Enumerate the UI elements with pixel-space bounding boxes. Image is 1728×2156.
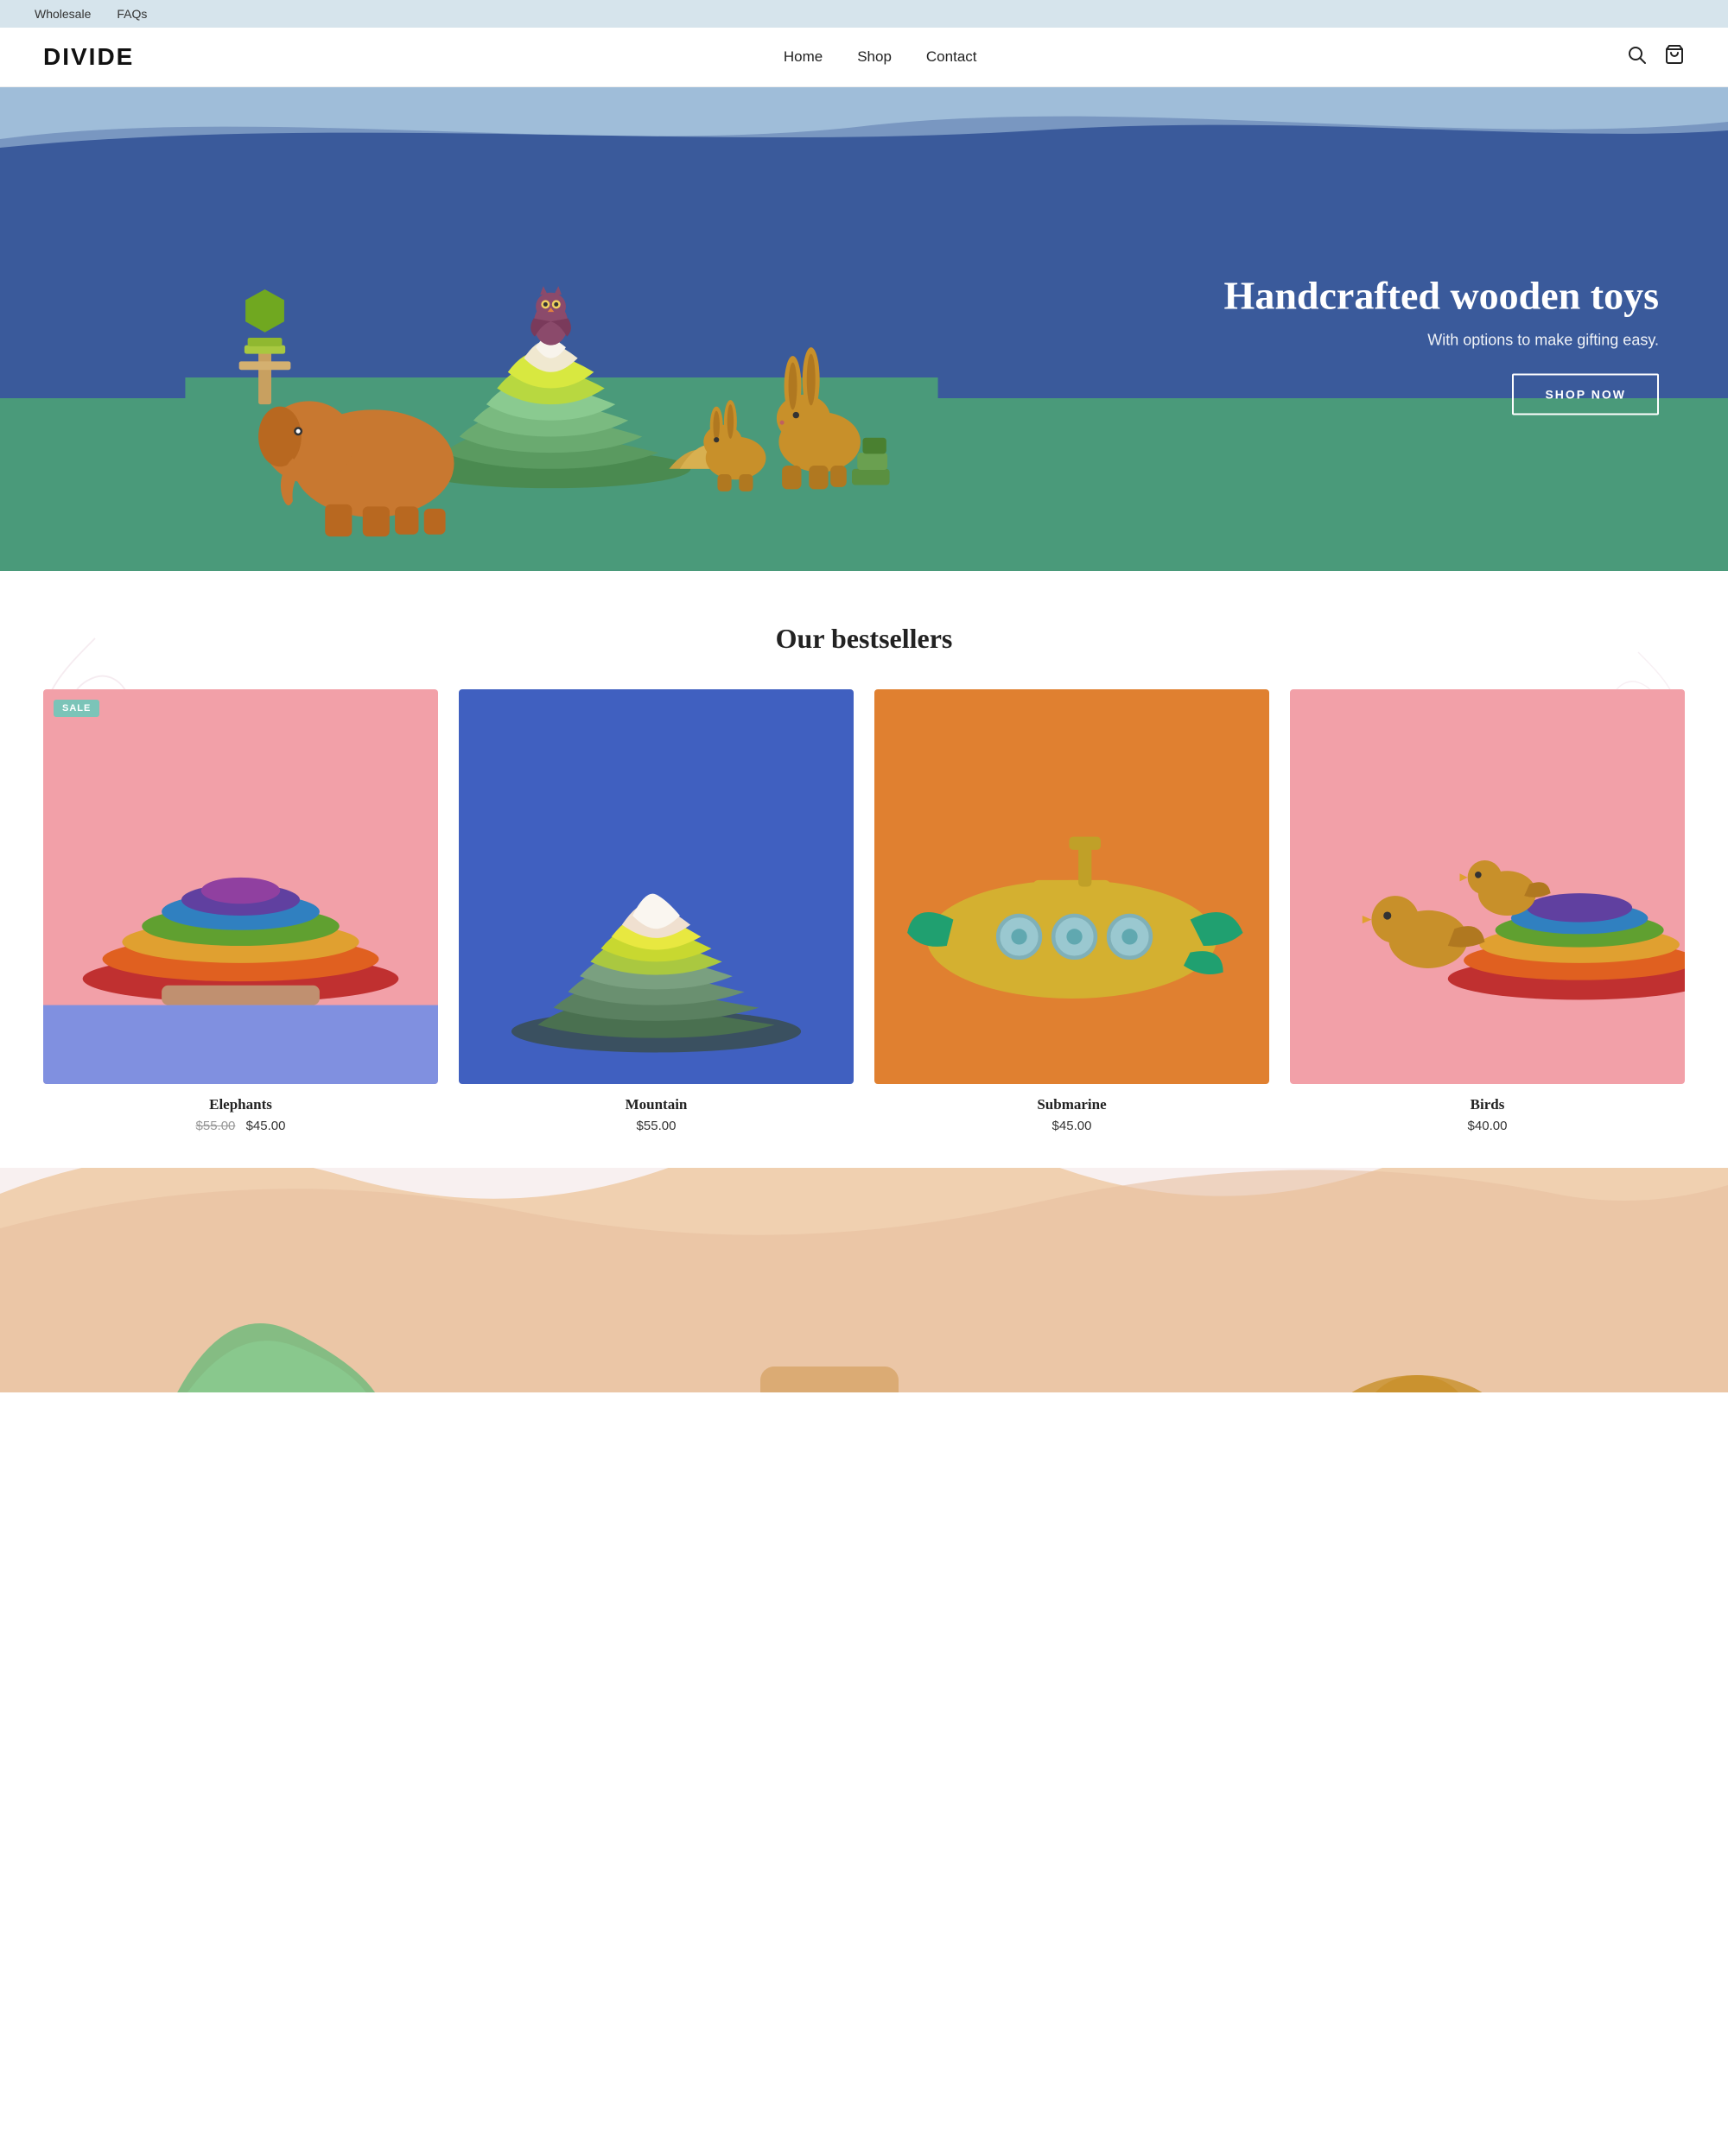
product-card-mountain[interactable]: Mountain $55.00 (459, 689, 854, 1133)
product-price-mountain: $55.00 (459, 1119, 854, 1133)
toys-scene (0, 87, 1123, 571)
bestsellers-title: Our bestsellers (43, 623, 1685, 655)
product-price-birds: $40.00 (1290, 1119, 1685, 1133)
product-name-elephants: Elephants (43, 1096, 438, 1113)
hero-title: Handcrafted wooden toys (1224, 272, 1659, 320)
price-sale-mountain: $55.00 (637, 1119, 677, 1133)
product-name-submarine: Submarine (874, 1096, 1269, 1113)
cart-icon[interactable] (1664, 44, 1685, 70)
product-price-elephants: $55.00 $45.00 (43, 1119, 438, 1133)
search-icon[interactable] (1626, 44, 1647, 70)
topbar-wholesale-link[interactable]: Wholesale (35, 7, 91, 21)
topbar-faqs-link[interactable]: FAQs (117, 7, 147, 21)
nav-home[interactable]: Home (784, 48, 823, 66)
product-name-birds: Birds (1290, 1096, 1685, 1113)
bestsellers-section: Our bestsellers (0, 571, 1728, 1168)
product-price-submarine: $45.00 (874, 1119, 1269, 1133)
top-bar: Wholesale FAQs (0, 0, 1728, 28)
shop-now-button[interactable]: SHOP NOW (1512, 374, 1659, 415)
product-name-mountain: Mountain (459, 1096, 854, 1113)
product-image-birds (1290, 689, 1685, 1084)
hero-section: Handcrafted wooden toys With options to … (0, 87, 1728, 571)
hero-content: Handcrafted wooden toys With options to … (1224, 272, 1659, 415)
logo[interactable]: DIVIDE (43, 43, 134, 71)
price-sale-birds: $40.00 (1468, 1119, 1508, 1133)
product-image-mountain (459, 689, 854, 1084)
header: DIVIDE Home Shop Contact (0, 28, 1728, 87)
product-card-birds[interactable]: Birds $40.00 (1290, 689, 1685, 1133)
products-grid: SALE Elephants $55.00 $45.00 (43, 689, 1685, 1133)
main-nav: Home Shop Contact (784, 48, 977, 66)
price-original-elephants: $55.00 (196, 1119, 236, 1133)
price-sale-elephants: $45.00 (246, 1119, 286, 1133)
product-image-elephants: SALE (43, 689, 438, 1084)
product-image-submarine (874, 689, 1269, 1084)
hero-subtitle: With options to make gifting easy. (1224, 332, 1659, 350)
price-sale-submarine: $45.00 (1052, 1119, 1092, 1133)
header-icons (1626, 44, 1685, 70)
sale-badge-elephants: SALE (54, 700, 99, 717)
nav-contact[interactable]: Contact (926, 48, 977, 66)
nav-shop[interactable]: Shop (857, 48, 892, 66)
bottom-section (0, 1168, 1728, 1392)
product-card-elephants[interactable]: SALE Elephants $55.00 $45.00 (43, 689, 438, 1133)
product-card-submarine[interactable]: Submarine $45.00 (874, 689, 1269, 1133)
